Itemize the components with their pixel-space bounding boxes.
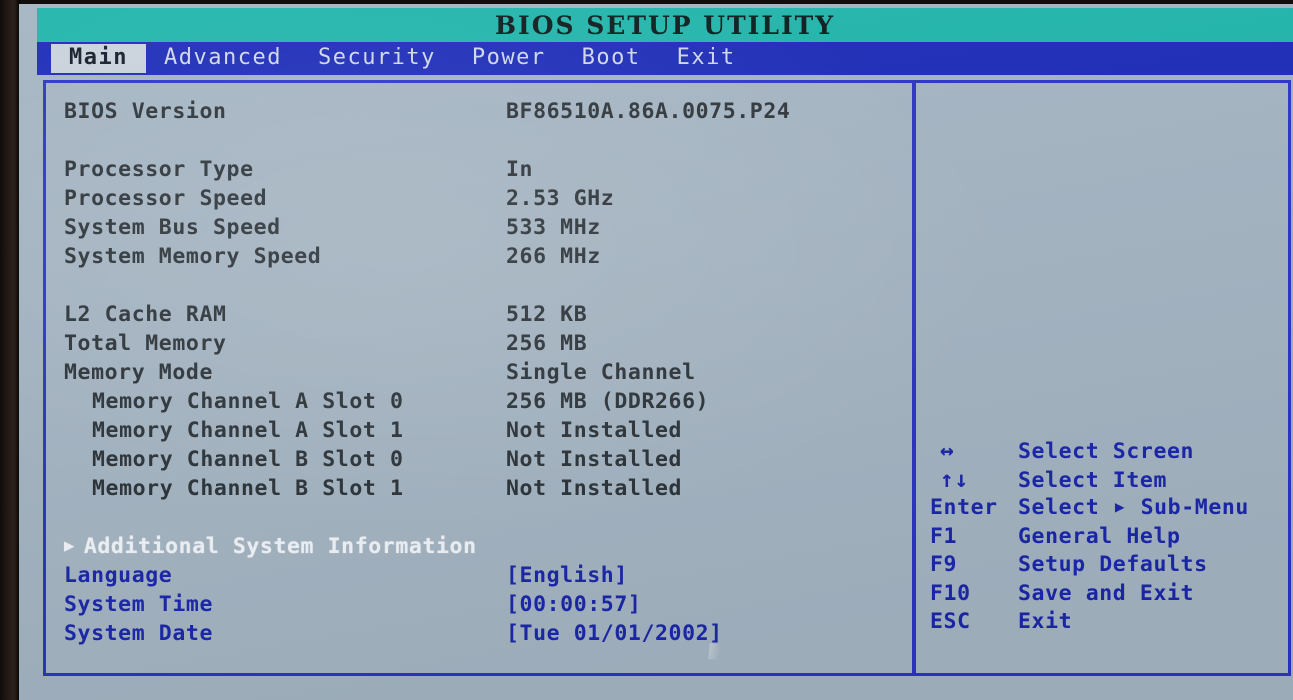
key-legend-label: Exit — [1018, 609, 1073, 634]
triangle-right-icon: ▶ — [64, 536, 75, 556]
key-legend-label: Select Screen — [1018, 439, 1195, 464]
key-label-enter: Enter — [930, 495, 998, 520]
info-value: Not Installed — [506, 418, 683, 443]
info-row-memory-channel-a-slot-0: Memory Channel A Slot 0 256 MB (DDR266) — [64, 387, 912, 416]
menu-bar[interactable]: Main Advanced Security Power Boot Exit — [37, 42, 1293, 75]
key-legend-label: Select ▶ Sub-Menu — [1018, 495, 1249, 520]
info-row-memory-channel-b-slot-0: Memory Channel B Slot 0 Not Installed — [64, 445, 912, 474]
info-value: 256 MB — [506, 331, 588, 356]
setting-row-system-date[interactable]: System Date [Tue 01/01/2002] — [64, 619, 912, 648]
key-legend-exit: ESC Exit — [926, 609, 1293, 638]
info-value: 266 MHz — [506, 244, 601, 269]
key-legend-select-item: ↑↓ Select Item — [926, 467, 1293, 496]
info-row-memory-channel-b-slot-1: Memory Channel B Slot 1 Not Installed — [64, 474, 912, 503]
key-label-f10: F10 — [930, 580, 971, 606]
info-value: Not Installed — [506, 447, 683, 472]
info-value: Not Installed — [506, 476, 683, 501]
title-bar: BIOS SETUP UTILITY — [37, 8, 1293, 42]
help-panel: ↔ Select Screen ↑↓ Select Item Enter Sel… — [916, 83, 1293, 673]
key-legend-list: ↔ Select Screen ↑↓ Select Item Enter Sel… — [926, 438, 1293, 638]
info-label: System Bus Speed — [64, 215, 281, 240]
key-label-esc: ESC — [930, 609, 971, 634]
info-row-l2-cache-ram: L2 Cache RAM 512 KB — [64, 300, 912, 329]
info-row-system-bus-speed: System Bus Speed 533 MHz — [64, 213, 912, 242]
page-title: BIOS SETUP UTILITY — [494, 10, 836, 40]
info-label: Total Memory — [64, 331, 227, 356]
settings-panel: BIOS Version BF86510A.86A.0075.P24 Proce… — [46, 83, 912, 673]
info-label: BIOS Version — [64, 99, 227, 124]
key-legend-label: Save and Exit — [1018, 580, 1195, 606]
tab-power[interactable]: Power — [454, 44, 564, 73]
setting-value[interactable]: [English] — [506, 563, 628, 588]
key-label-f9: F9 — [930, 552, 958, 577]
setting-value[interactable]: [00:00:57] — [506, 592, 641, 617]
info-value: 256 MB (DDR266) — [506, 389, 710, 414]
key-legend-label-before: Select — [1018, 495, 1100, 520]
info-value: 533 MHz — [506, 215, 601, 240]
info-row-memory-mode: Memory Mode Single Channel — [64, 358, 912, 387]
triangle-right-icon: ▶ — [1114, 497, 1126, 516]
content-frame: BIOS Version BF86510A.86A.0075.P24 Proce… — [43, 80, 1291, 676]
info-value: 2.53 GHz — [506, 186, 615, 211]
tab-main[interactable]: Main — [51, 44, 146, 73]
key-label-f1: F1 — [930, 523, 958, 549]
tab-security[interactable]: Security — [300, 44, 454, 73]
info-row-bios-version: BIOS Version BF86510A.86A.0075.P24 — [64, 97, 912, 126]
submenu-label-text: Additional System Information — [83, 534, 477, 559]
setting-row-system-time[interactable]: System Time [00:00:57] — [64, 590, 912, 619]
info-row-total-memory: Total Memory 256 MB — [64, 329, 912, 358]
info-row-system-memory-speed: System Memory Speed 266 MHz — [64, 242, 912, 271]
key-legend-enter-submenu: Enter Select ▶ Sub-Menu — [926, 495, 1293, 524]
info-label: System Memory Speed — [64, 244, 322, 269]
key-legend-label-after: Sub-Menu — [1140, 495, 1249, 520]
key-legend-save-and-exit: F10 Save and Exit — [926, 581, 1293, 610]
left-right-arrow-icon: ↔ — [940, 438, 955, 464]
setting-label: System Time — [64, 592, 213, 617]
key-legend-label: General Help — [1018, 523, 1181, 549]
setting-value[interactable]: [Tue 01/01/2002] — [506, 621, 723, 646]
submenu-label: ▶ Additional System Information — [64, 534, 506, 559]
bios-screen: BIOS SETUP UTILITY Main Advanced Securit… — [19, 4, 1293, 700]
tab-exit[interactable]: Exit — [659, 44, 754, 73]
info-label: Memory Channel B Slot 1 — [92, 476, 404, 501]
tab-boot[interactable]: Boot — [564, 44, 659, 73]
key-legend-select-screen: ↔ Select Screen — [926, 438, 1293, 467]
info-value: Single Channel — [506, 360, 696, 385]
tab-advanced[interactable]: Advanced — [146, 44, 300, 73]
info-row-processor-speed: Processor Speed 2.53 GHz — [64, 184, 912, 213]
key-legend-general-help: F1 General Help — [926, 524, 1293, 553]
key-legend-setup-defaults: F9 Setup Defaults — [926, 552, 1293, 581]
info-label: Processor Type — [64, 157, 254, 182]
info-label: Memory Mode — [64, 360, 213, 385]
info-value: BF86510A.86A.0075.P24 — [506, 99, 791, 124]
setting-label: Language — [64, 563, 173, 588]
key-legend-label: Setup Defaults — [1018, 552, 1208, 577]
info-value: 512 KB — [506, 302, 588, 327]
info-label: L2 Cache RAM — [64, 302, 227, 327]
info-label: Memory Channel A Slot 0 — [92, 389, 404, 414]
setting-label: System Date — [64, 621, 213, 646]
info-label: Memory Channel B Slot 0 — [92, 447, 404, 472]
info-row-processor-type: Processor Type In — [64, 155, 912, 184]
info-label: Memory Channel A Slot 1 — [92, 418, 404, 443]
info-label: Processor Speed — [64, 186, 268, 211]
key-legend-label: Select Item — [1018, 467, 1167, 493]
info-value: In — [506, 157, 534, 182]
setting-row-language[interactable]: Language [English] — [64, 561, 912, 590]
up-down-arrow-icon: ↑↓ — [940, 466, 969, 493]
menu-item-additional-system-information[interactable]: ▶ Additional System Information — [64, 532, 912, 561]
info-row-memory-channel-a-slot-1: Memory Channel A Slot 1 Not Installed — [64, 416, 912, 445]
